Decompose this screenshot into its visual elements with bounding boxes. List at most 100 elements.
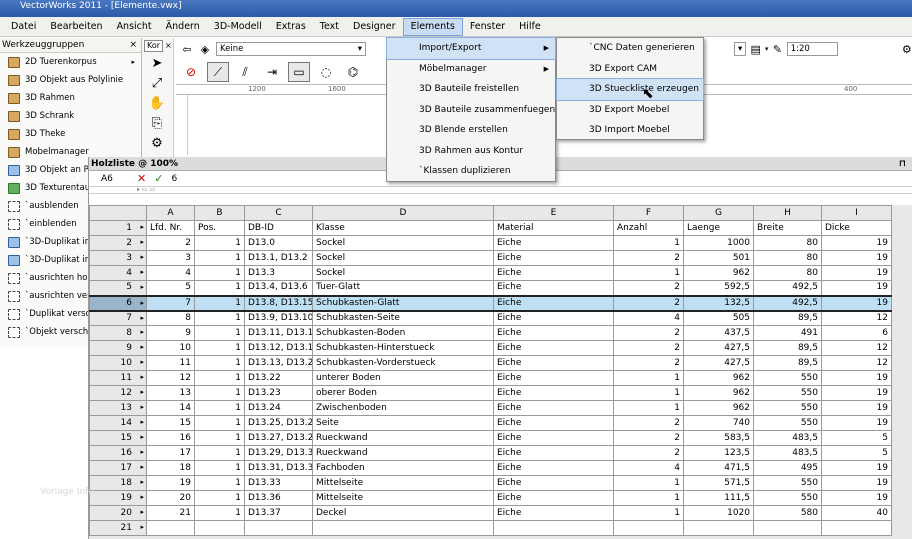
table-cell[interactable]: 501	[683, 250, 754, 266]
table-cell[interactable]: 580	[753, 505, 822, 521]
table-cell[interactable]: 13	[146, 385, 195, 401]
class-icon[interactable]: ◈	[198, 43, 212, 56]
table-cell[interactable]: 12	[821, 355, 892, 371]
table-cell[interactable]: 471,5	[683, 460, 754, 476]
table-cell[interactable]: 19	[821, 490, 892, 506]
menu-bearbeiten[interactable]: Bearbeiten	[43, 18, 109, 36]
polygon-icon[interactable]: ⌬	[342, 62, 364, 82]
column-header[interactable]: D	[312, 205, 494, 221]
table-cell[interactable]: Eiche	[493, 445, 614, 461]
table-cell[interactable]: 550	[753, 490, 822, 506]
menu-ansicht[interactable]: Ansicht	[110, 18, 159, 36]
table-cell[interactable]: Fachboden	[312, 460, 494, 476]
table-cell[interactable]: 962	[683, 265, 754, 281]
table-cell[interactable]: 80	[753, 265, 822, 281]
table-cell[interactable]: 2	[613, 355, 684, 371]
row-header[interactable]: 8	[89, 325, 147, 341]
line-mode-icon[interactable]: ⟋	[207, 62, 229, 82]
table-cell[interactable]: Zwischenboden	[312, 400, 494, 416]
table-cell[interactable]: 550	[753, 415, 822, 431]
table-cell[interactable]: Pos.	[194, 220, 245, 236]
table-cell[interactable]: Eiche	[493, 280, 614, 296]
table-cell[interactable]: 962	[683, 385, 754, 401]
table-cell[interactable]: 962	[683, 400, 754, 416]
table-cell[interactable]: Mittelseite	[312, 490, 494, 506]
table-cell[interactable]: Sockel	[312, 235, 494, 251]
table-cell[interactable]: Schubkasten-Vorderstueck	[312, 355, 494, 371]
table-cell[interactable]	[683, 520, 754, 536]
table-cell[interactable]: 16	[146, 430, 195, 446]
row-header[interactable]: 7	[89, 310, 147, 326]
cancel-icon[interactable]: ✕	[137, 172, 146, 185]
table-cell[interactable]: 2	[613, 294, 684, 312]
table-cell[interactable]: 427,5	[683, 340, 754, 356]
table-cell[interactable]: 2	[613, 250, 684, 266]
table-cell[interactable]	[493, 520, 614, 536]
table-cell[interactable]: 1	[194, 505, 245, 521]
table-cell[interactable]: 1000	[683, 235, 754, 251]
table-cell[interactable]: Laenge	[683, 220, 754, 236]
menu-hilfe[interactable]: Hilfe	[512, 18, 548, 36]
table-cell[interactable]: Seite	[312, 415, 494, 431]
table-cell[interactable]: Sockel	[312, 265, 494, 281]
table-cell[interactable]: 1020	[683, 505, 754, 521]
row-header[interactable]: 13	[89, 400, 147, 416]
table-cell[interactable]: 1	[194, 310, 245, 326]
table-cell[interactable]: Deckel	[312, 505, 494, 521]
menu-item[interactable]: 3D Bauteile zusammenfuegen	[387, 100, 555, 121]
table-cell[interactable]: D13.24	[244, 400, 313, 416]
table-cell[interactable]: 437,5	[683, 325, 754, 341]
close-icon[interactable]: ×	[165, 41, 172, 50]
table-cell[interactable]: 491	[753, 325, 822, 341]
table-cell[interactable]: 1	[194, 294, 245, 312]
table-cell[interactable]: 550	[753, 400, 822, 416]
row-header[interactable]: 17	[89, 460, 147, 476]
page-icon[interactable]: ▤	[750, 43, 760, 56]
table-cell[interactable]: 10	[146, 340, 195, 356]
table-cell[interactable]: 89,5	[753, 310, 822, 326]
table-cell[interactable]: 123,5	[683, 445, 754, 461]
table-cell[interactable]: D13.11, D13.1	[244, 325, 313, 341]
table-cell[interactable]: D13.8, D13.15	[244, 294, 313, 312]
table-cell[interactable]: 20	[146, 490, 195, 506]
table-cell[interactable]: 2	[613, 445, 684, 461]
menu-item[interactable]: `CNC Daten generieren	[557, 38, 703, 59]
table-cell[interactable]	[753, 520, 822, 536]
table-cell[interactable]: 19	[146, 475, 195, 491]
table-cell[interactable]: Eiche	[493, 265, 614, 281]
table-cell[interactable]: Eiche	[493, 250, 614, 266]
row-header[interactable]: 14	[89, 415, 147, 431]
table-cell[interactable]: 1	[613, 235, 684, 251]
menu-item[interactable]: 3D Bauteile freistellen	[387, 79, 555, 100]
table-cell[interactable]: 1	[194, 250, 245, 266]
table-cell[interactable]: 1	[194, 280, 245, 296]
table-cell[interactable]: 5	[821, 445, 892, 461]
formula-input[interactable]: 6	[171, 174, 177, 184]
table-cell[interactable]: 492,5	[753, 280, 822, 296]
table-cell[interactable]: Mittelseite	[312, 475, 494, 491]
table-cell[interactable]	[613, 520, 684, 536]
column-header[interactable]: H	[753, 205, 822, 221]
row-header[interactable]: 19	[89, 490, 147, 506]
table-cell[interactable]: 4	[146, 265, 195, 281]
row-header[interactable]: 15	[89, 430, 147, 446]
table-cell[interactable]: Klasse	[312, 220, 494, 236]
table-cell[interactable]: 1	[194, 235, 245, 251]
row-header[interactable]: 20	[89, 505, 147, 521]
column-header[interactable]: A	[146, 205, 195, 221]
menu-item[interactable]: 3D Export Moebel	[557, 100, 703, 121]
table-cell[interactable]: Eiche	[493, 325, 614, 341]
table-cell[interactable]: 12	[146, 370, 195, 386]
table-cell[interactable]: Eiche	[493, 385, 614, 401]
table-cell[interactable]: Sockel	[312, 250, 494, 266]
table-cell[interactable]: Eiche	[493, 294, 614, 312]
table-cell[interactable]: 14	[146, 400, 195, 416]
column-header[interactable]: G	[683, 205, 754, 221]
table-cell[interactable]: 12	[821, 340, 892, 356]
table-cell[interactable]: 19	[821, 294, 892, 312]
add-tool-icon[interactable]: ⎘	[146, 113, 168, 133]
table-cell[interactable]: Schubkasten-Hinterstueck	[312, 340, 494, 356]
table-cell[interactable]: 19	[821, 400, 892, 416]
table-cell[interactable]: 3	[146, 250, 195, 266]
table-cell[interactable]: 21	[146, 505, 195, 521]
